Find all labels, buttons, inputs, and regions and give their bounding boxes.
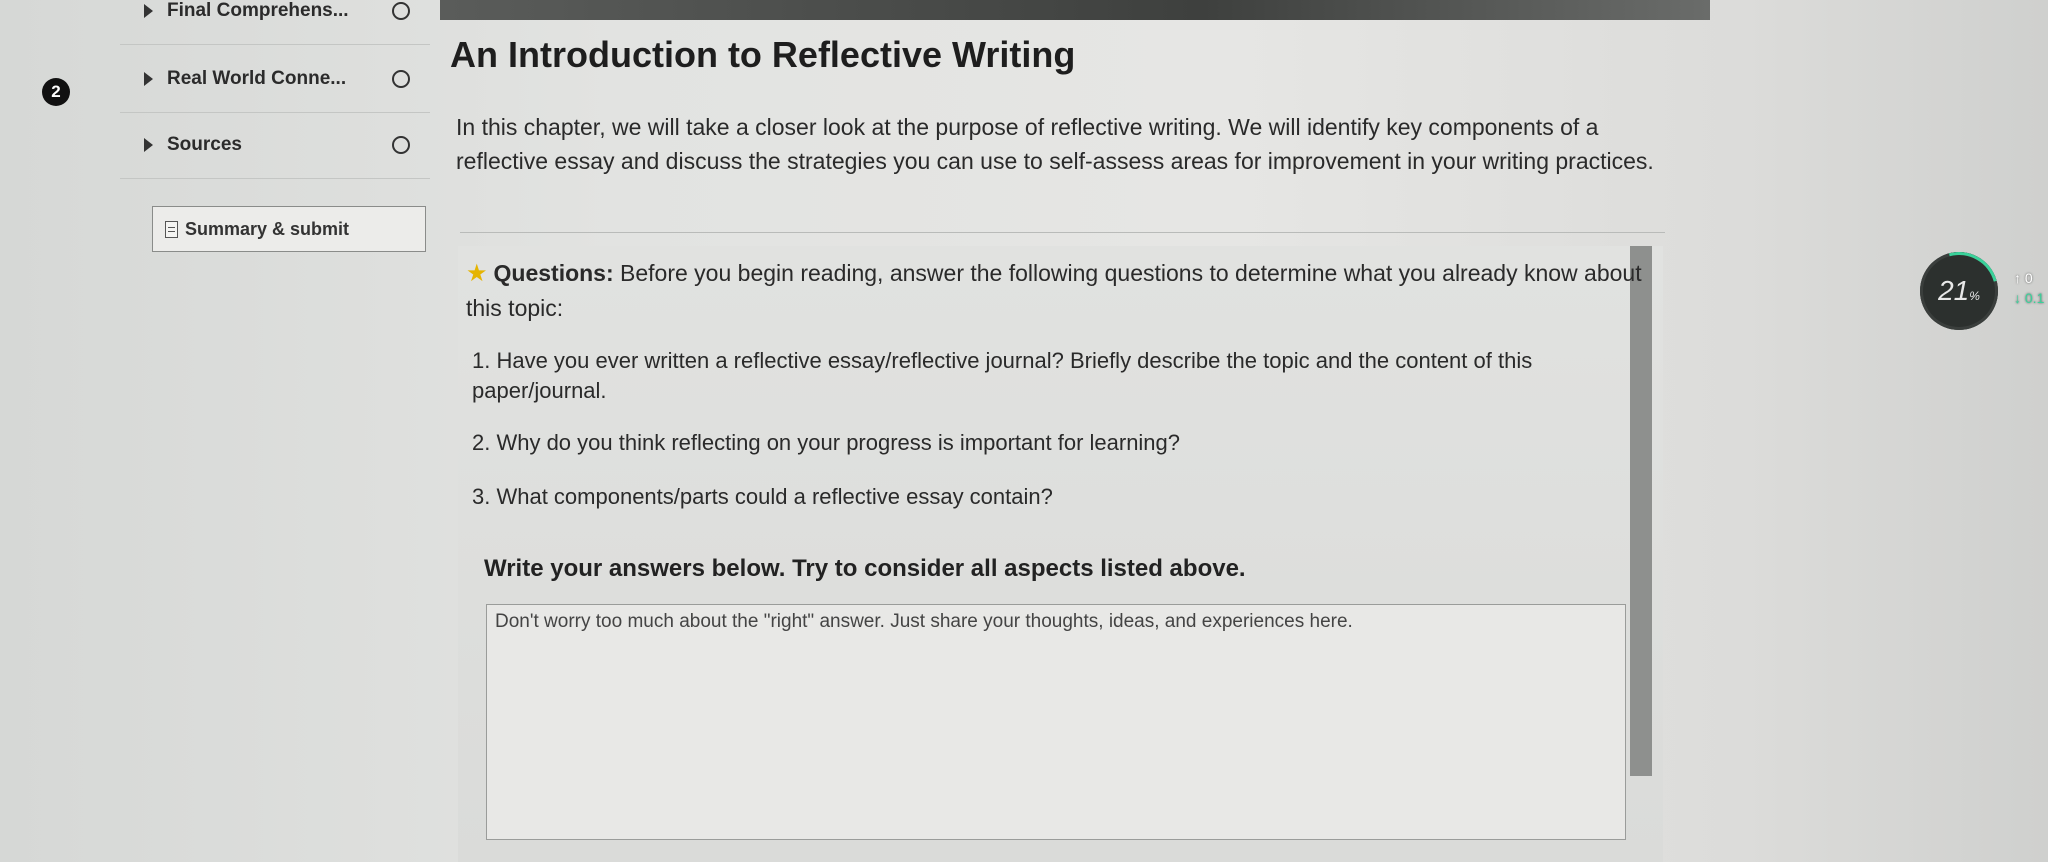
sidebar-item-label: Real World Conne...	[167, 68, 347, 89]
intro-paragraph: In this chapter, we will take a closer l…	[456, 114, 1654, 174]
document-icon	[165, 220, 178, 238]
questions-label: Questions:	[493, 260, 614, 286]
star-icon: ★	[466, 260, 488, 287]
summary-submit-label: Summary & submit	[185, 218, 350, 239]
question-3: 3. What components/parts could a reflect…	[472, 484, 1053, 509]
net-down-value: 0.1	[2024, 290, 2045, 306]
questions-text: Before you begin reading, answer the fol…	[466, 260, 1642, 321]
answers-heading: Write your answers below. Try to conside…	[484, 555, 1246, 582]
question-2: 2. Why do you think reflecting on your p…	[472, 430, 1181, 455]
sidebar: Final Comprehens... Real World Conne... …	[120, 0, 430, 270]
status-circle-icon	[392, 136, 410, 154]
sidebar-item-real-world-connection[interactable]: Real World Conne...	[120, 66, 430, 92]
cpu-usage-gauge: 21%	[1920, 252, 1998, 330]
caret-right-icon	[144, 4, 153, 18]
sidebar-divider	[120, 112, 430, 113]
answer-textarea[interactable]	[487, 605, 1625, 839]
sidebar-divider	[120, 178, 430, 179]
page-title: An Introduction to Reflective Writing	[450, 34, 1076, 75]
section-divider	[460, 232, 1665, 233]
net-up-value: 0	[2024, 270, 2033, 286]
caret-right-icon	[144, 72, 153, 86]
caret-right-icon	[144, 138, 153, 152]
gauge-value: 21%	[1938, 275, 1980, 306]
network-speed-readout: ↑ 0 ↓ 0.1	[2014, 270, 2045, 306]
sidebar-item-label: Sources	[167, 134, 242, 155]
status-circle-icon	[392, 70, 410, 88]
window-top-bar	[440, 0, 1710, 20]
sidebar-item-label: Final Comprehens...	[167, 0, 349, 21]
summary-submit-button[interactable]: Summary & submit	[152, 206, 426, 252]
step-badge: 2	[42, 78, 70, 106]
sidebar-item-final-comprehension[interactable]: Final Comprehens...	[120, 0, 430, 22]
answer-box	[486, 604, 1626, 840]
questions-intro: ★ Questions: Before you begin reading, an…	[466, 256, 1646, 325]
sidebar-item-sources[interactable]: Sources	[120, 132, 430, 158]
status-circle-icon	[392, 2, 410, 20]
question-1: 1. Have you ever written a reflective es…	[472, 348, 1533, 403]
sidebar-divider	[120, 44, 430, 45]
